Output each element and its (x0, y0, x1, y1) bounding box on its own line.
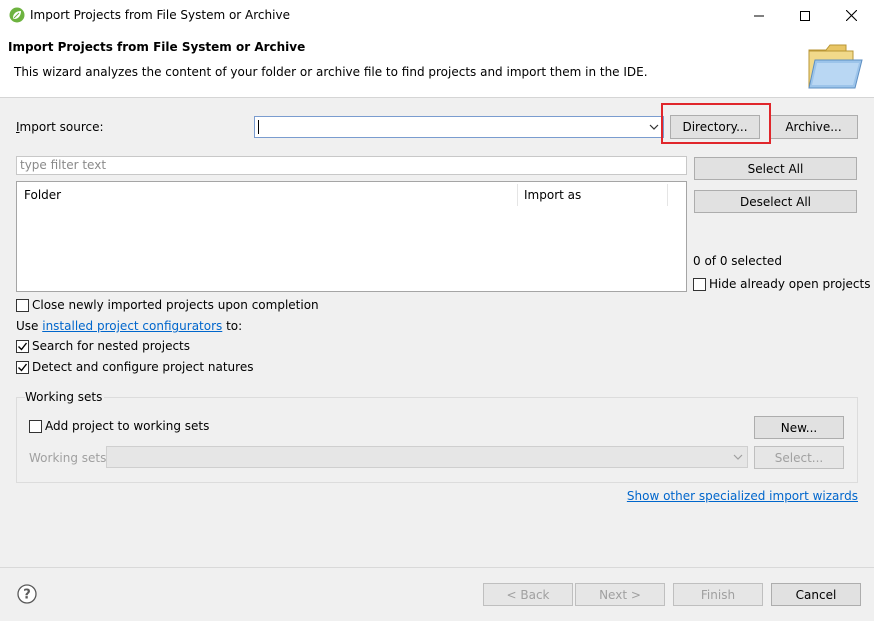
deselect-all-button[interactable]: Deselect All (694, 190, 857, 213)
spring-leaf-icon (9, 7, 25, 23)
selected-count: 0 of 0 selected (693, 254, 782, 268)
search-nested-checkbox[interactable] (16, 340, 29, 353)
wizard-title: Import Projects from File System or Arch… (8, 40, 306, 54)
hide-open-checkbox[interactable] (693, 278, 706, 291)
help-icon[interactable]: ? (17, 584, 37, 604)
close-button[interactable] (828, 0, 874, 31)
use-prefix: Use (16, 319, 43, 333)
detect-natures-checkbox[interactable] (16, 361, 29, 374)
import-source-label: Import source: (16, 120, 104, 134)
new-working-set-button[interactable]: New... (754, 416, 844, 439)
column-divider (517, 184, 518, 206)
back-button[interactable]: < Back (483, 583, 573, 606)
select-all-button[interactable]: Select All (694, 157, 857, 180)
highlight-box (661, 103, 771, 144)
add-to-working-sets-checkbox[interactable] (29, 420, 42, 433)
configurators-link[interactable]: installed project configurators (42, 319, 222, 333)
detect-natures-label[interactable]: Detect and configure project natures (32, 360, 253, 374)
column-header-folder[interactable]: Folder (24, 188, 61, 202)
other-import-wizards-link[interactable]: Show other specialized import wizards (627, 489, 858, 503)
check-icon (18, 363, 28, 372)
svg-text:?: ? (23, 588, 31, 603)
close-imported-label[interactable]: Close newly imported projects upon compl… (32, 298, 319, 312)
configurators-line: Use installed project configurators to: (16, 319, 242, 333)
maximize-icon (800, 10, 810, 21)
close-imported-checkbox[interactable] (16, 299, 29, 312)
select-working-sets-button[interactable]: Select... (754, 446, 844, 469)
import-source-label-rest: mport source: (19, 120, 104, 134)
next-button[interactable]: Next > (575, 583, 665, 606)
wizard-description: This wizard analyzes the content of your… (14, 65, 648, 79)
folder-icon (806, 42, 864, 92)
projects-table[interactable]: Folder Import as (16, 181, 687, 292)
finish-button[interactable]: Finish (673, 583, 763, 606)
minimize-button[interactable] (736, 0, 782, 31)
chevron-down-icon[interactable] (649, 121, 659, 133)
footer-divider (0, 567, 874, 568)
working-sets-group (16, 397, 858, 483)
cancel-button[interactable]: Cancel (771, 583, 861, 606)
close-icon (845, 10, 857, 21)
minimize-icon (754, 15, 764, 16)
column-divider (667, 184, 668, 206)
archive-button[interactable]: Archive... (769, 115, 858, 139)
hide-open-label[interactable]: Hide already open projects (709, 277, 870, 291)
text-caret (258, 120, 259, 134)
column-header-import-as[interactable]: Import as (524, 188, 581, 202)
chevron-down-icon (733, 451, 743, 463)
search-nested-label[interactable]: Search for nested projects (32, 339, 190, 353)
maximize-button[interactable] (782, 0, 828, 31)
check-icon (18, 342, 28, 351)
window-title: Import Projects from File System or Arch… (30, 8, 290, 22)
working-sets-label: Working sets: (29, 451, 111, 465)
working-sets-combo[interactable] (106, 446, 748, 468)
import-source-combo[interactable] (254, 116, 664, 138)
use-suffix: to: (222, 319, 243, 333)
add-to-working-sets-label[interactable]: Add project to working sets (45, 419, 209, 433)
filter-input[interactable]: type filter text (16, 156, 687, 175)
working-sets-group-label: Working sets (25, 390, 105, 404)
